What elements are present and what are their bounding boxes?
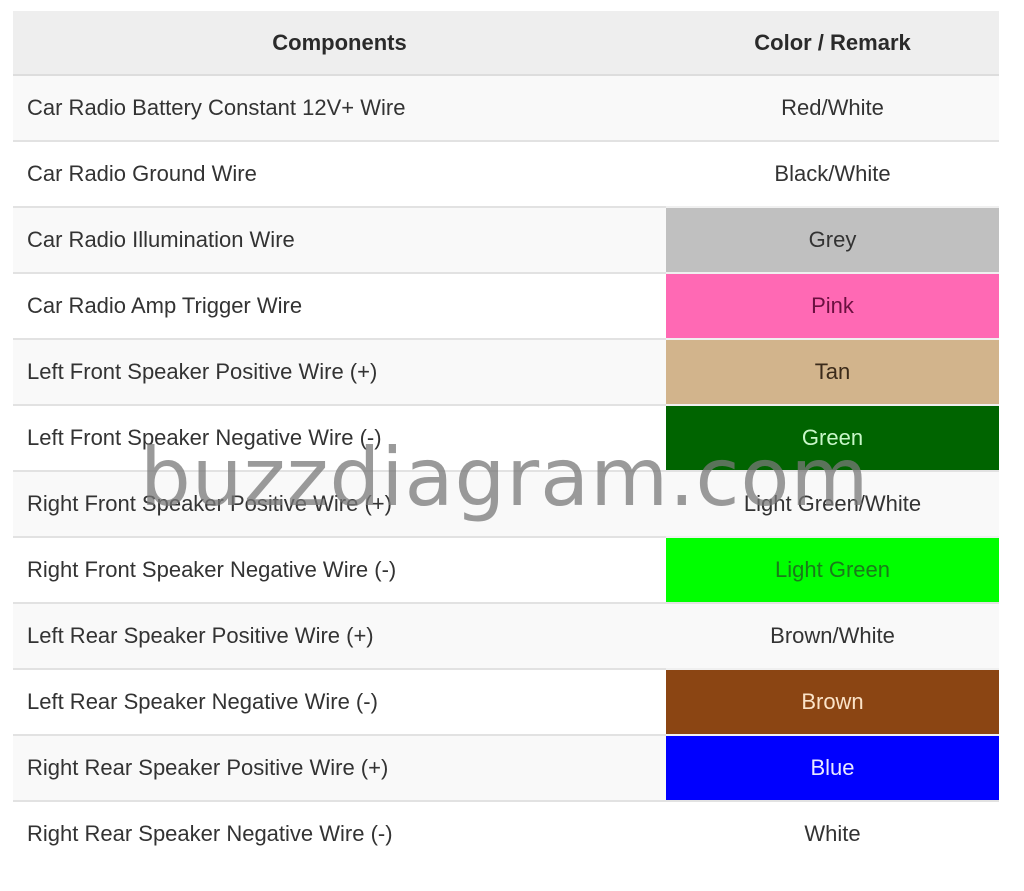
component-cell: Right Rear Speaker Negative Wire (-) [13,800,666,866]
color-cell: Light Green [666,536,999,603]
table-row: Right Front Speaker Negative Wire (-) Lig… [13,536,999,603]
color-cell: Brown [666,668,999,735]
wire-color-table: Components Color / Remark Car Radio Batt… [13,11,999,866]
component-cell: Car Radio Ground Wire [13,140,666,207]
color-cell: Green [666,404,999,471]
table-row: Left Front Speaker Positive Wire (+) Tan [13,338,999,405]
component-cell: Car Radio Illumination Wire [13,206,666,273]
table-body: Car Radio Battery Constant 12V+ Wire Red/… [13,74,999,866]
color-cell: Black/White [666,140,999,207]
component-cell: Right Rear Speaker Positive Wire (+) [13,734,666,801]
component-cell: Left Front Speaker Negative Wire (-) [13,404,666,471]
color-cell: Tan [666,338,999,405]
component-cell: Right Front Speaker Negative Wire (-) [13,536,666,603]
header-color-remark: Color / Remark [666,11,999,76]
color-cell: Pink [666,272,999,339]
header-row: Components Color / Remark [13,11,999,76]
color-cell: Red/White [666,74,999,141]
component-cell: Left Rear Speaker Negative Wire (-) [13,668,666,735]
table-row: Car Radio Amp Trigger Wire Pink [13,272,999,339]
table-row: Car Radio Illumination Wire Grey [13,206,999,273]
table-row: Left Rear Speaker Positive Wire (+) Brown… [13,602,999,669]
component-cell: Car Radio Battery Constant 12V+ Wire [13,74,666,141]
table-row: Left Front Speaker Negative Wire (-) Gree… [13,404,999,471]
component-cell: Right Front Speaker Positive Wire (+) [13,470,666,537]
header-components: Components [13,11,666,76]
table-row: Right Rear Speaker Negative Wire (-) Whit… [13,800,999,866]
color-cell: Light Green/White [666,470,999,537]
table-row: Car Radio Ground Wire Black/White [13,140,999,207]
table-row: Car Radio Battery Constant 12V+ Wire Red/… [13,74,999,141]
color-cell: Grey [666,206,999,273]
component-cell: Car Radio Amp Trigger Wire [13,272,666,339]
color-cell: White [666,800,999,866]
component-cell: Left Rear Speaker Positive Wire (+) [13,602,666,669]
component-cell: Left Front Speaker Positive Wire (+) [13,338,666,405]
table-row: Right Front Speaker Positive Wire (+) Lig… [13,470,999,537]
table-row: Left Rear Speaker Negative Wire (-) Brown [13,668,999,735]
color-cell: Brown/White [666,602,999,669]
color-cell: Blue [666,734,999,801]
table-row: Right Rear Speaker Positive Wire (+) Blue [13,734,999,801]
